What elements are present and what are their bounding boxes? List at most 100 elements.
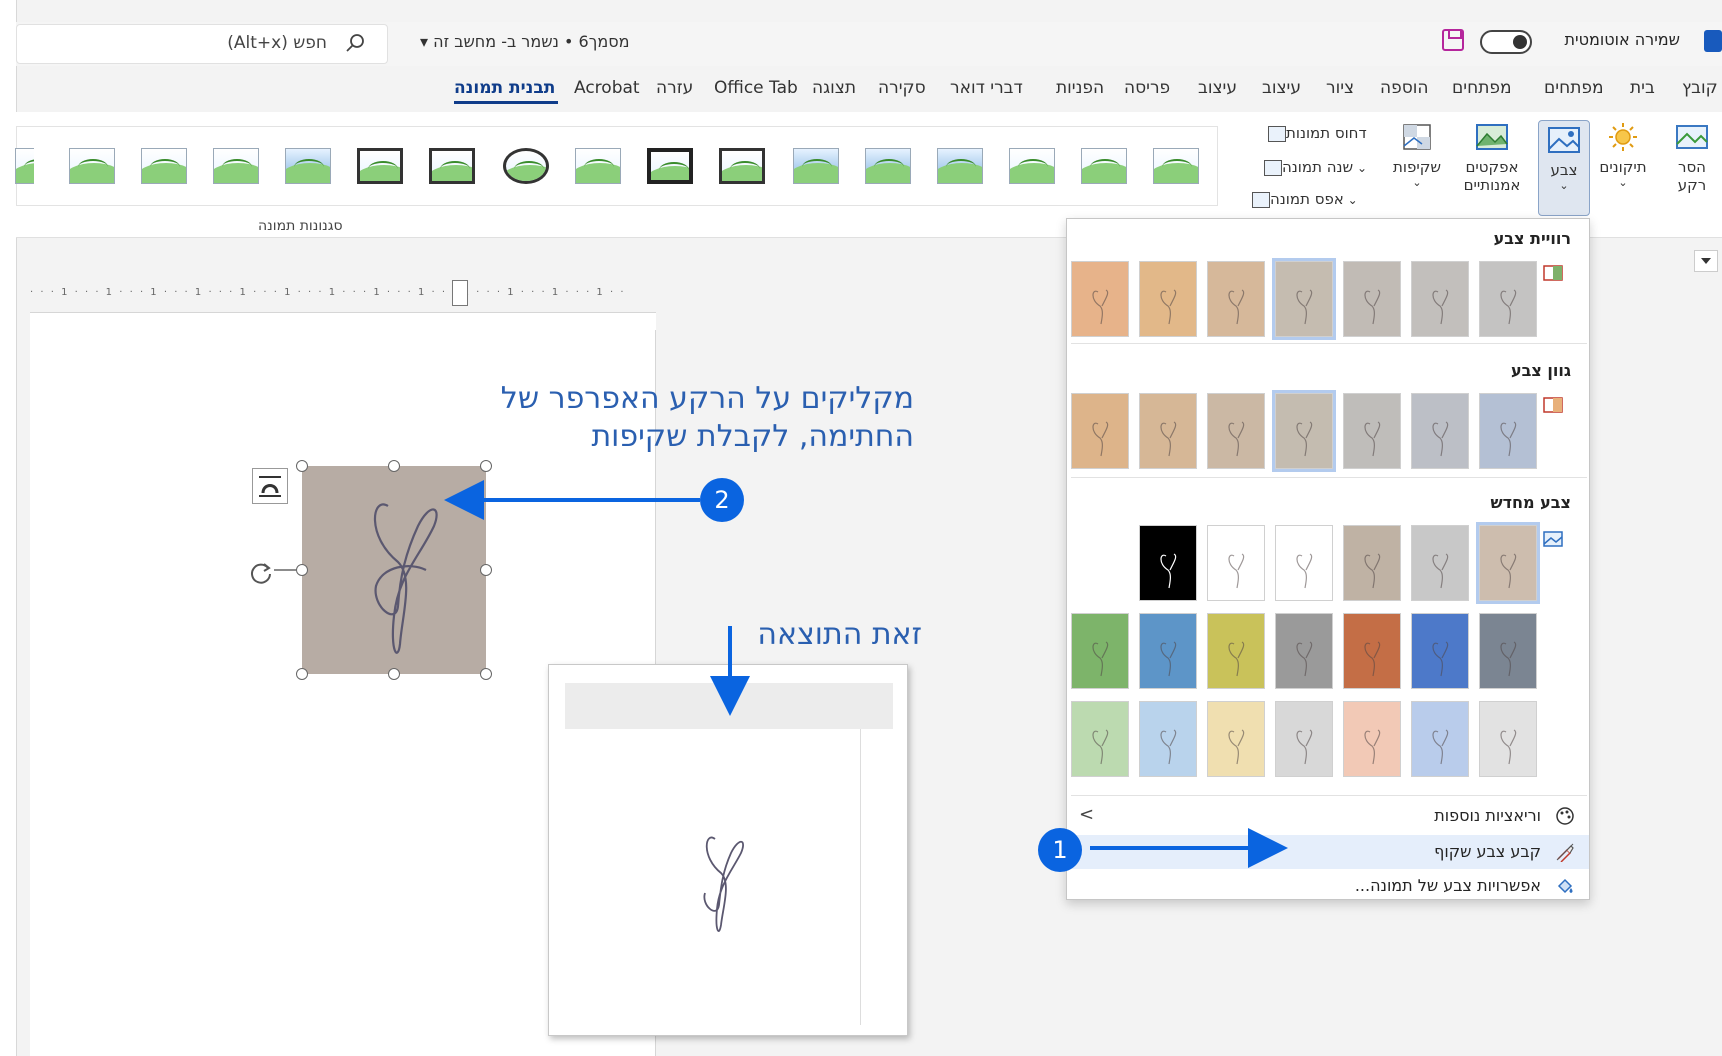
color-swatch[interactable] xyxy=(1479,701,1537,777)
reset-picture-button[interactable]: ⌄ אפס תמונה xyxy=(1246,190,1358,208)
tab-acrobat[interactable]: Acrobat xyxy=(574,78,640,98)
picture-style-thumb[interactable] xyxy=(210,145,262,187)
color-swatch[interactable] xyxy=(1071,261,1129,337)
resize-handle-bottom[interactable] xyxy=(388,668,400,680)
tab-view[interactable]: תצוגה xyxy=(812,78,856,98)
color-swatch[interactable] xyxy=(1207,613,1265,689)
color-swatch[interactable] xyxy=(1479,613,1537,689)
document-title[interactable]: מסמך6 • נשמר ב- מחשב זה ▾ xyxy=(420,32,629,51)
ribbon-display-options-icon[interactable] xyxy=(1694,250,1718,272)
tab-file[interactable]: קובץ xyxy=(1682,78,1718,98)
picture-style-thumb[interactable] xyxy=(66,145,118,187)
tab-help[interactable]: עזרה xyxy=(656,78,693,98)
search-box[interactable]: חפש (Alt+x) xyxy=(16,24,388,64)
resize-handle-top-right[interactable] xyxy=(480,460,492,472)
color-swatch[interactable] xyxy=(1207,393,1265,469)
picture-style-thumb[interactable] xyxy=(934,145,986,187)
color-swatch[interactable] xyxy=(1343,525,1401,601)
color-swatch[interactable] xyxy=(1343,261,1401,337)
picture-style-thumb[interactable] xyxy=(282,145,334,187)
color-swatch[interactable] xyxy=(1411,393,1469,469)
corrections-button[interactable]: תיקונים ⌄ xyxy=(1594,122,1652,206)
rotate-handle-icon[interactable] xyxy=(248,560,274,586)
picture-style-thumb[interactable] xyxy=(790,145,842,187)
compress-pictures-button[interactable]: דחוס תמונות xyxy=(1262,124,1367,142)
color-swatch[interactable] xyxy=(1139,393,1197,469)
tab-office-tab[interactable]: Office Tab xyxy=(714,78,798,98)
resize-handle-right[interactable] xyxy=(480,564,492,576)
picture-style-thumb[interactable] xyxy=(354,145,406,187)
tab-insert[interactable]: הוספה xyxy=(1380,78,1429,98)
ribbon-tabs: קובץ בית מפתחים מפתחים הוספה ציור עיצוב … xyxy=(16,70,1722,112)
signature-image[interactable] xyxy=(302,466,486,674)
resize-handle-top-left[interactable] xyxy=(296,460,308,472)
save-icon[interactable] xyxy=(1442,29,1464,51)
tab-design-2[interactable]: עיצוב xyxy=(1198,78,1237,98)
tab-review[interactable]: סקירה xyxy=(878,78,926,98)
change-picture-button[interactable]: ⌄ שנה תמונה xyxy=(1258,158,1367,176)
artistic-effects-button[interactable]: אפקטים אמנותיים xyxy=(1452,122,1532,212)
color-swatch[interactable] xyxy=(1272,390,1336,472)
picture-style-thumb[interactable] xyxy=(12,145,34,187)
autosave-toggle[interactable] xyxy=(1480,30,1532,54)
color-swatch[interactable] xyxy=(1479,393,1537,469)
color-swatch[interactable] xyxy=(1479,261,1537,337)
tab-references[interactable]: הפניות xyxy=(1056,78,1104,98)
picture-color-options-item[interactable]: אפשרויות צבע של תמונה... xyxy=(1067,869,1589,903)
picture-style-thumb[interactable] xyxy=(1078,145,1130,187)
layout-options-icon[interactable] xyxy=(252,468,288,504)
transparency-button[interactable]: שקיפות ⌄ xyxy=(1388,122,1446,206)
resize-handle-top[interactable] xyxy=(388,460,400,472)
word-app-icon xyxy=(1704,30,1722,52)
color-swatch[interactable] xyxy=(1411,701,1469,777)
tab-design[interactable]: עיצוב xyxy=(1262,78,1301,98)
picture-style-thumb[interactable] xyxy=(1006,145,1058,187)
tab-layout[interactable]: פריסה xyxy=(1124,78,1170,98)
picture-style-thumb[interactable] xyxy=(862,145,914,187)
color-swatch[interactable] xyxy=(1343,613,1401,689)
color-swatch[interactable] xyxy=(1272,258,1336,340)
color-swatch[interactable] xyxy=(1207,261,1265,337)
remove-background-button[interactable]: הסר רקע xyxy=(1664,122,1720,206)
color-swatch[interactable] xyxy=(1411,525,1469,601)
color-swatch[interactable] xyxy=(1476,522,1540,604)
color-swatch[interactable] xyxy=(1411,613,1469,689)
picture-style-thumb[interactable] xyxy=(138,145,190,187)
panel-divider xyxy=(1071,795,1587,796)
resize-handle-left[interactable] xyxy=(296,564,308,576)
tab-picture-format[interactable]: תבנית תמונה xyxy=(454,78,555,98)
color-swatch[interactable] xyxy=(1071,701,1129,777)
more-variations-item[interactable]: וריאציות נוספות < xyxy=(1067,799,1589,833)
picture-style-thumb[interactable] xyxy=(644,145,696,187)
indent-marker[interactable] xyxy=(452,280,468,306)
tab-draw[interactable]: ציור xyxy=(1326,78,1354,98)
resize-handle-bottom-left[interactable] xyxy=(296,668,308,680)
color-swatch[interactable] xyxy=(1071,613,1129,689)
tab-home[interactable]: בית xyxy=(1630,78,1655,98)
color-swatch[interactable] xyxy=(1343,701,1401,777)
tab-developer[interactable]: מפתחים xyxy=(1544,78,1604,98)
color-swatch[interactable] xyxy=(1139,261,1197,337)
color-button[interactable]: צבע ⌄ xyxy=(1538,120,1590,216)
color-swatch[interactable] xyxy=(1207,525,1265,601)
color-swatch[interactable] xyxy=(1207,701,1265,777)
color-swatch[interactable] xyxy=(1139,525,1197,601)
picture-style-thumb[interactable] xyxy=(1150,145,1202,187)
saturation-section-title: רוויית צבע xyxy=(1493,229,1571,248)
tab-mailings[interactable]: דברי דואר xyxy=(950,78,1023,98)
picture-style-thumb[interactable] xyxy=(426,145,478,187)
color-swatch[interactable] xyxy=(1275,613,1333,689)
color-swatch[interactable] xyxy=(1275,525,1333,601)
picture-style-thumb[interactable] xyxy=(572,145,624,187)
set-transparent-color-item[interactable]: קבע צבע שקוף xyxy=(1067,835,1589,869)
tab-developer-2[interactable]: מפתחים xyxy=(1452,78,1512,98)
color-swatch[interactable] xyxy=(1139,701,1197,777)
color-swatch[interactable] xyxy=(1139,613,1197,689)
color-swatch[interactable] xyxy=(1411,261,1469,337)
color-swatch[interactable] xyxy=(1071,393,1129,469)
picture-style-thumb[interactable] xyxy=(716,145,768,187)
color-swatch[interactable] xyxy=(1343,393,1401,469)
picture-style-thumb[interactable] xyxy=(500,145,552,187)
color-swatch[interactable] xyxy=(1275,701,1333,777)
resize-handle-bottom-right[interactable] xyxy=(480,668,492,680)
